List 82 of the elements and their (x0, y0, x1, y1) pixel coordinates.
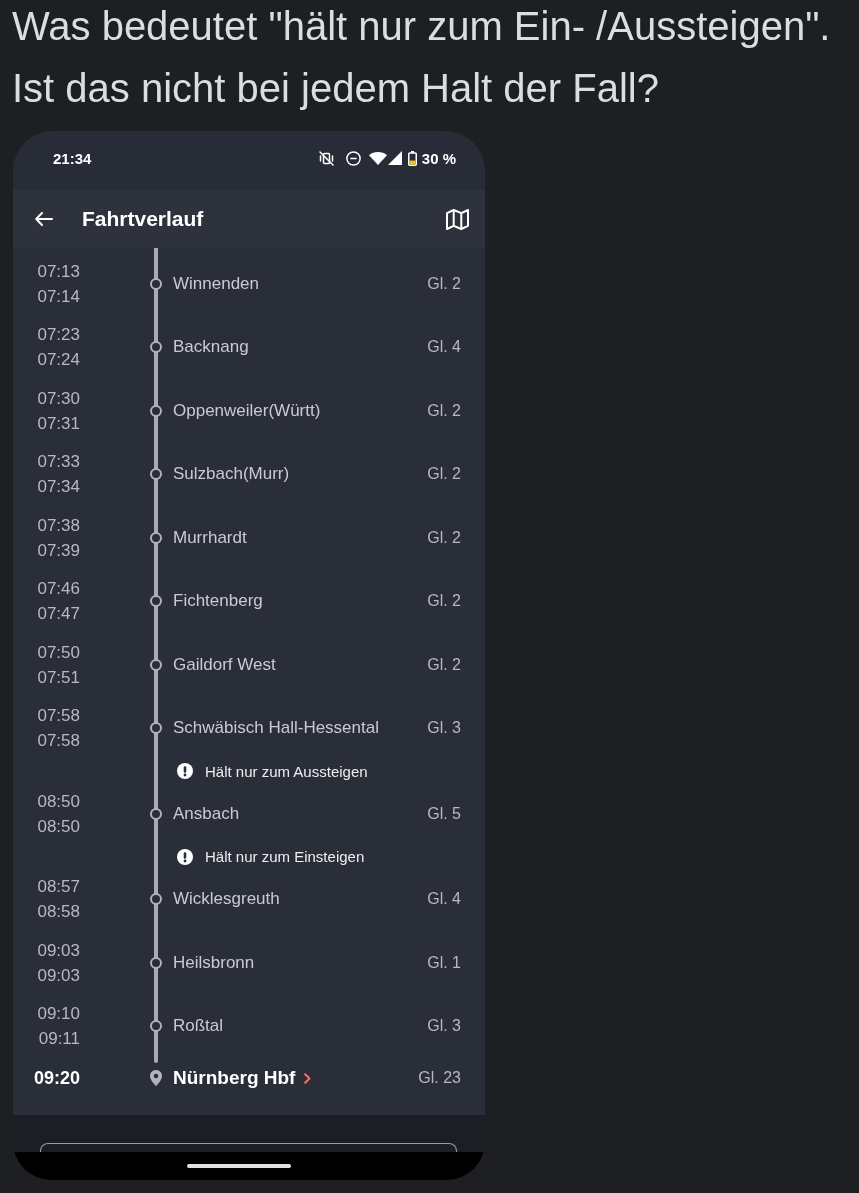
stop-marker-icon (150, 722, 162, 735)
stop-marker-icon (150, 956, 162, 969)
departure-time: 09:03 (37, 964, 80, 987)
arrival-time: 07:33 (37, 451, 80, 474)
departure-time: 07:14 (37, 285, 80, 308)
departure-time: 07:58 (37, 730, 80, 753)
location-pin-icon (150, 1070, 162, 1086)
alert-icon (177, 848, 193, 865)
platform-label: Gl. 4 (427, 890, 461, 909)
battery-icon (407, 150, 417, 166)
station-name: Ansbach (172, 803, 241, 824)
departure-time: 08:58 (37, 901, 80, 924)
arrival-time: 09:03 (37, 939, 80, 962)
platform-label: Gl. 2 (427, 528, 461, 547)
arrival-time: 08:50 (37, 790, 80, 813)
arrival-time: 09:10 (37, 1003, 80, 1026)
stop-marker-icon (150, 1020, 162, 1033)
back-button[interactable] (35, 212, 53, 226)
signal-icon (387, 151, 402, 165)
message-text: Was bedeutet "hält nur zum Ein- /Aussteigen". Ist das nicht bei jedem Halt der Fall? (12, 3, 832, 112)
arrival-time: 07:38 (37, 514, 80, 537)
stop-marker-icon (150, 404, 162, 417)
stop-marker-icon (150, 277, 162, 290)
vibrate-off-icon (318, 150, 334, 166)
platform-label: Gl. 1 (427, 953, 461, 972)
map-button[interactable] (446, 208, 469, 230)
wifi-icon (368, 151, 387, 165)
stop-marker-icon (150, 658, 162, 671)
back-arrow-icon (35, 212, 53, 226)
arrival-time: 07:30 (37, 387, 80, 410)
platform-label: Gl. 4 (427, 338, 461, 357)
station-name: Sulzbach(Murr) (172, 464, 291, 485)
platform-label: Gl. 2 (427, 401, 461, 420)
stop-marker-icon (150, 807, 162, 820)
do-not-disturb-icon (345, 150, 361, 166)
departure-time: 07:31 (37, 412, 80, 435)
departure-time: 09:11 (38, 1028, 80, 1051)
destination-link[interactable]: Nürnberg Hbf (173, 1067, 312, 1089)
alert-icon (177, 763, 193, 779)
departure-time: 07:34 (37, 476, 80, 499)
arrival-time: 07:46 (37, 578, 80, 601)
station-name: Oppenweiler(Württ) (172, 400, 322, 421)
stop-marker-icon (150, 595, 162, 608)
station-name: Backnang (172, 337, 250, 358)
arrival-time: 07:58 (37, 705, 80, 728)
stop-note: Hält nur zum Aussteigen (205, 762, 368, 780)
departure-time: 08:50 (37, 815, 80, 838)
platform-label: Gl. 2 (427, 592, 461, 611)
platform-label: Gl. 2 (427, 274, 461, 293)
platform-label: Gl. 2 (427, 655, 461, 674)
platform-label: Gl. 3 (427, 719, 461, 738)
stop-marker-icon (150, 531, 162, 544)
platform-label: Gl. 3 (427, 1017, 461, 1036)
departure-time: 07:24 (37, 349, 80, 372)
platform-label: Gl. 23 (418, 1069, 461, 1087)
stop-marker-icon (150, 893, 162, 906)
departure-time: 07:47 (37, 603, 80, 626)
platform-label: Gl. 5 (427, 804, 461, 823)
station-name: Fichtenberg (172, 591, 264, 612)
departure-time: 07:39 (37, 539, 80, 562)
station-name: Schwäbisch Hall-Hessental (172, 718, 380, 739)
station-name: Gaildorf West (172, 654, 277, 675)
arrival-time: 08:57 (37, 876, 80, 899)
platform-label: Gl. 2 (427, 465, 461, 484)
status-time: 21:34 (53, 149, 92, 167)
chevron-right-icon (304, 1072, 312, 1084)
stop-marker-icon (150, 341, 162, 354)
station-name: Roßtal (172, 1016, 225, 1037)
screen-title: Fahrtverlauf (82, 207, 204, 231)
arrival-time: 07:50 (37, 641, 80, 664)
map-icon (446, 208, 469, 230)
arrival-time: 07:23 (37, 324, 80, 347)
arrival-time: 09:20 (33, 1066, 80, 1090)
stop-marker-icon (150, 468, 162, 481)
stop-note: Hält nur zum Einsteigen (205, 848, 365, 865)
station-name: Winnenden (172, 273, 260, 294)
station-name: Murrhardt (172, 527, 248, 548)
station-name: Heilsbronn (172, 952, 256, 973)
departure-time: 07:51 (37, 666, 80, 689)
station-name: Wicklesgreuth (172, 889, 281, 910)
arrival-time: 07:13 (37, 260, 80, 283)
battery-percentage: 30 % (421, 149, 456, 167)
